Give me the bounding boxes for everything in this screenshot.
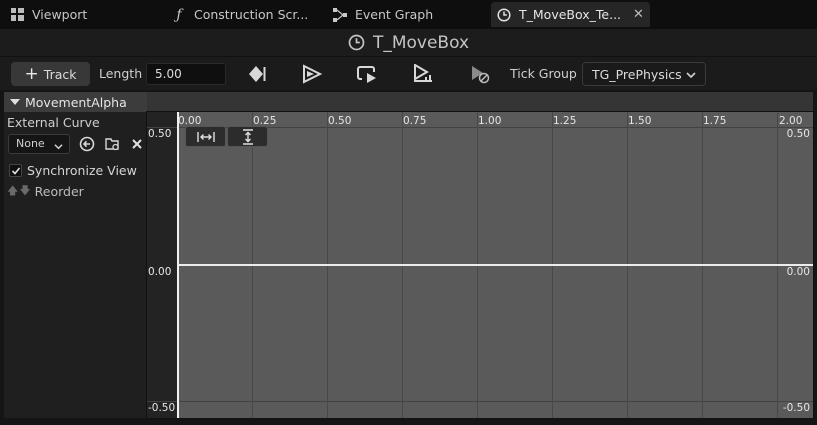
clock-icon [497, 7, 511, 22]
zoom-to-fit-vertical-button[interactable] [227, 126, 268, 147]
arrow-down-icon[interactable]: 🡇 [19, 182, 30, 201]
fit-vertical-icon [242, 128, 254, 145]
viewport-grid-icon [10, 8, 24, 22]
x-tick-label: 0.75 [403, 115, 427, 127]
value-zero-line [177, 264, 813, 266]
tick-group-dropdown[interactable]: TG_PrePhysics [582, 62, 706, 86]
replicated-icon[interactable] [412, 64, 434, 84]
grid-line [147, 401, 813, 402]
arrow-up-icon[interactable]: 🡅 [7, 182, 18, 201]
tab-label: Construction Scr... [194, 7, 309, 22]
x-tick-label: 2.00 [779, 115, 803, 127]
page-title: T_MoveBox [372, 32, 470, 53]
x-tick-label: 1.00 [478, 115, 502, 127]
graph-gutter [147, 112, 177, 418]
track-properties-panel: External Curve None Synchronize View 🡅 🡇… [4, 112, 147, 418]
collapse-triangle-icon[interactable] [10, 99, 20, 105]
chevron-down-icon [54, 139, 63, 157]
reorder-control[interactable]: 🡅 🡇 Reorder [7, 182, 84, 201]
add-track-button[interactable]: + Track [11, 62, 90, 86]
external-curve-value: None [16, 137, 45, 150]
use-last-keyframe-icon[interactable] [246, 64, 268, 84]
y-tick-label-right: 0.00 [786, 266, 810, 278]
clear-icon[interactable] [129, 136, 145, 152]
length-label: Length [99, 66, 143, 81]
loop-icon[interactable] [356, 64, 378, 84]
y-tick-label: 0.50 [148, 128, 172, 140]
external-curve-label: External Curve [7, 115, 100, 130]
tick-group-value: TG_PrePhysics [592, 66, 682, 82]
clock-icon [348, 34, 365, 51]
synchronize-view-checkbox[interactable]: Synchronize View [9, 163, 137, 178]
reorder-label: Reorder [34, 184, 84, 199]
track-header[interactable]: MovementAlpha [4, 92, 147, 112]
tab-label: Viewport [32, 7, 88, 22]
track-header-strip [147, 92, 813, 112]
ignore-time-dilation-icon[interactable] [469, 64, 491, 84]
tab-label: Event Graph [355, 7, 434, 22]
add-track-label: Track [43, 66, 77, 82]
x-tick-label: 1.75 [703, 115, 727, 127]
tab-timeline[interactable]: T_MoveBox_Te... ✕ [491, 2, 650, 27]
tab-viewport[interactable]: Viewport [10, 2, 87, 27]
tick-group-label: Tick Group [510, 66, 577, 81]
tab-event-graph[interactable]: Event Graph [333, 2, 433, 27]
y-tick-label: 0.00 [148, 266, 172, 278]
x-tick-label: 1.50 [628, 115, 652, 127]
fit-horizontal-icon [196, 131, 215, 143]
x-tick-label: 1.25 [553, 115, 577, 127]
curve-graph[interactable]: 0.00 0.25 0.50 0.75 1.00 1.25 1.50 1.75 … [147, 112, 813, 418]
tab-construction-script[interactable]: ƒ Construction Scr... [172, 2, 308, 27]
y-tick-label-right: 0.50 [786, 128, 810, 140]
close-icon[interactable]: ✕ [633, 7, 644, 22]
synchronize-view-label: Synchronize View [27, 163, 137, 178]
y-tick-label-right: -0.50 [782, 402, 810, 414]
x-tick-label: 0.50 [328, 115, 352, 127]
length-input[interactable]: 5.00 [146, 63, 226, 85]
plus-icon: + [24, 63, 39, 84]
editor-title-bar: T_MoveBox [0, 29, 817, 56]
function-icon: ƒ [176, 6, 182, 23]
autoplay-icon[interactable] [301, 64, 323, 84]
use-selected-asset-icon[interactable] [79, 136, 95, 152]
zoom-to-fit-horizontal-button[interactable] [185, 126, 226, 147]
browse-asset-icon[interactable] [104, 136, 120, 152]
track-name: MovementAlpha [25, 94, 127, 110]
timeline-toolbar: + Track Length 5.00 Tick Group TG_PrePhy… [0, 56, 817, 90]
graph-icon [333, 7, 347, 22]
tab-label: T_MoveBox_Te... [519, 7, 622, 22]
chevron-down-icon [686, 68, 696, 83]
external-curve-dropdown[interactable]: None [8, 134, 70, 154]
y-tick-label: -0.50 [148, 402, 176, 414]
checkbox-checked[interactable] [9, 164, 22, 177]
tab-bar: Viewport ƒ Construction Scr... Event Gra… [0, 0, 817, 29]
